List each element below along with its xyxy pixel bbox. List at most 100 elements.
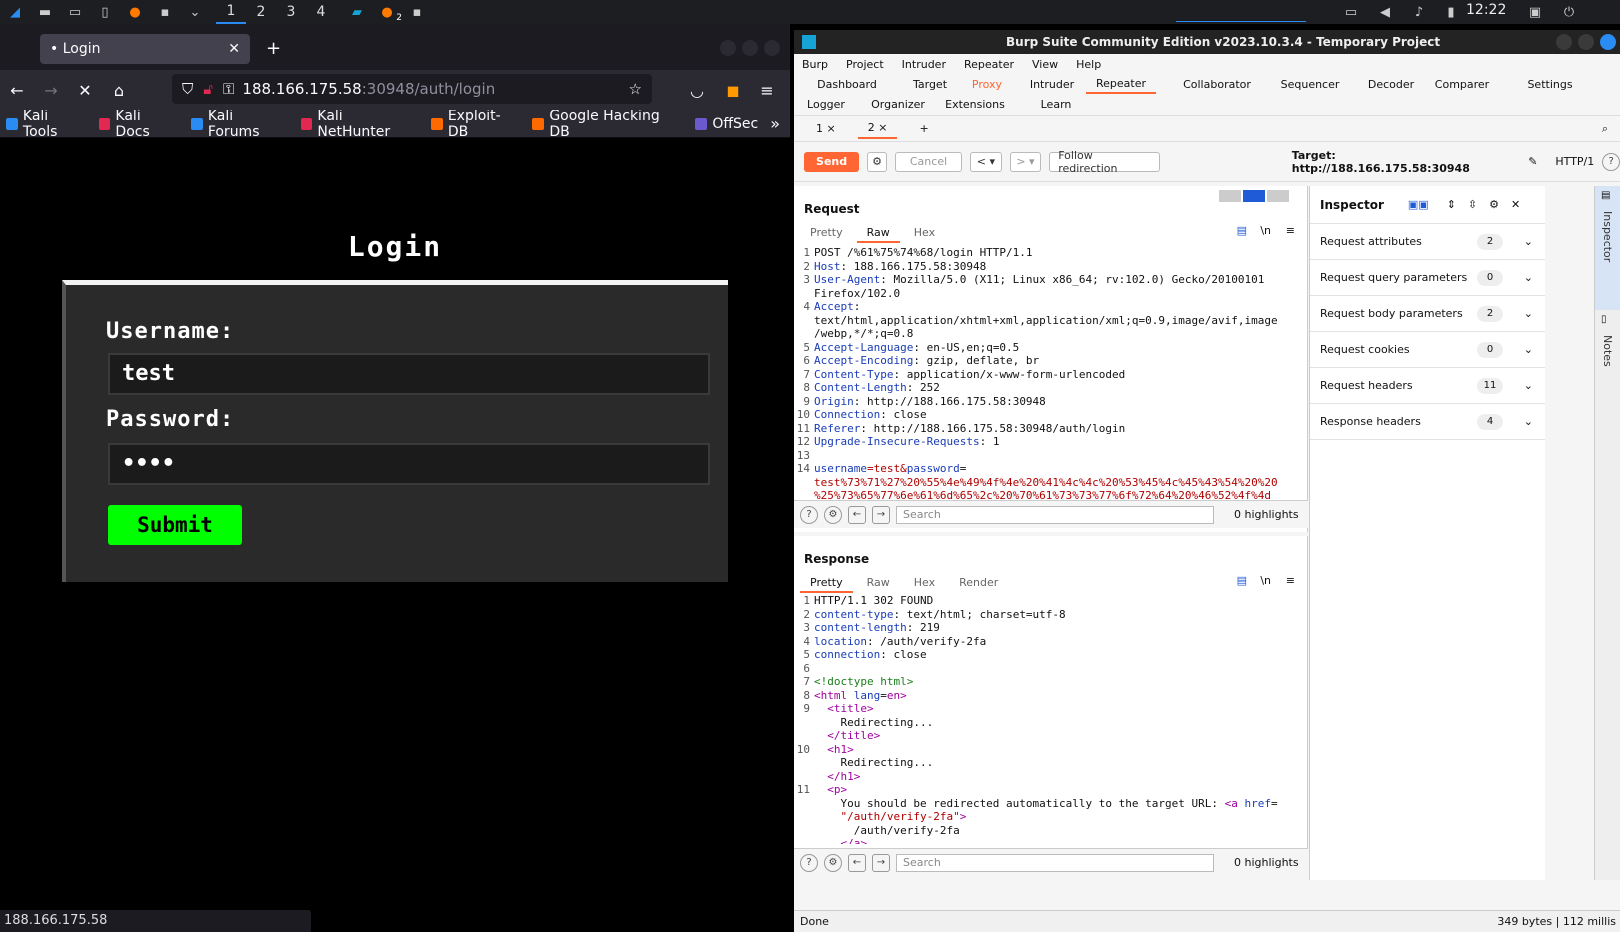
menu-project[interactable]: Project: [846, 58, 884, 71]
close-window-icon[interactable]: [764, 40, 780, 56]
kali-menu-icon[interactable]: ◢: [4, 3, 26, 21]
history-back-icon[interactable]: < ▾: [970, 151, 1002, 172]
close-tab-icon[interactable]: ✕: [228, 41, 240, 57]
chevron-down-icon[interactable]: ⌄: [1524, 343, 1533, 356]
tab-target[interactable]: Target: [898, 74, 962, 94]
inspector-layout-icon[interactable]: ▣▣: [1408, 198, 1429, 211]
request-editor[interactable]: 1 POST /%61%75%74%68/login HTTP/1.1 2 Host:…: [794, 246, 1300, 502]
file-manager-icon[interactable]: ▭: [64, 3, 86, 21]
subtab-pretty[interactable]: Pretty: [800, 574, 853, 593]
inspector-side-tab[interactable]: ▤ Inspector: [1595, 186, 1620, 310]
tab-comparer[interactable]: Comparer: [1430, 74, 1494, 94]
maximize-icon[interactable]: [742, 40, 758, 56]
bookmark-5[interactable]: Google Hacking DB: [532, 108, 683, 140]
new-tab-icon[interactable]: +: [266, 38, 281, 59]
tab-login[interactable]: • Login ✕: [40, 34, 250, 64]
bookmark-0[interactable]: Kali Tools: [6, 108, 87, 140]
expand-all-icon[interactable]: ⇕: [1447, 198, 1456, 211]
subtab-pretty[interactable]: Pretty: [800, 224, 853, 243]
password-input[interactable]: ••••: [108, 443, 710, 485]
notes-side-tab[interactable]: ▯ Notes: [1595, 310, 1620, 371]
help-icon[interactable]: ?: [800, 505, 818, 524]
close-inspector-icon[interactable]: ✕: [1511, 198, 1520, 211]
terminal-icon[interactable]: ▪: [154, 3, 176, 21]
workspace-4[interactable]: 4: [306, 0, 336, 24]
cancel-button[interactable]: Cancel: [894, 151, 963, 172]
menu-burp[interactable]: Burp: [802, 58, 828, 71]
text-editor-icon[interactable]: ▯: [94, 3, 116, 21]
newline-toggle-icon[interactable]: \n: [1260, 224, 1271, 237]
new-repeater-tab-icon[interactable]: +: [909, 119, 938, 138]
request-search-input[interactable]: Search: [896, 505, 1214, 524]
url-bar[interactable]: ⛉ 🔓︎ ⚿ 188.166.175.58:30948/auth/login ☆: [172, 74, 652, 104]
pretty-toggle-icon[interactable]: ▤: [1237, 574, 1247, 587]
inspector-row[interactable]: Request query parameters 0 ⌄: [1310, 260, 1545, 296]
tab-decoder[interactable]: Decoder: [1356, 74, 1426, 94]
inspector-row[interactable]: Request body parameters 2 ⌄: [1310, 296, 1545, 332]
search-settings-icon[interactable]: ⚙: [824, 505, 842, 524]
firefox-task-icon[interactable]: ● 2: [376, 3, 402, 24]
chevron-down-icon[interactable]: ⌄: [1524, 235, 1533, 248]
bookmarks-overflow-icon[interactable]: »: [770, 114, 780, 133]
tab-sequencer[interactable]: Sequencer: [1270, 74, 1350, 94]
prev-match-icon[interactable]: ←: [848, 505, 866, 524]
lock-broken-icon[interactable]: 🔓︎: [203, 80, 213, 98]
subtab-render[interactable]: Render: [949, 574, 1008, 593]
prev-match-icon[interactable]: ←: [848, 853, 866, 872]
bookmark-1[interactable]: Kali Docs: [98, 108, 179, 140]
close-window-icon[interactable]: [1600, 34, 1616, 50]
subtab-raw[interactable]: Raw: [856, 224, 900, 243]
help-icon[interactable]: ?: [800, 853, 818, 872]
star-icon[interactable]: ☆: [629, 80, 642, 98]
chevron-down-icon[interactable]: ⌄: [1524, 415, 1533, 428]
layout-toggle[interactable]: [1219, 190, 1289, 202]
search-icon[interactable]: ⌕: [1602, 122, 1608, 136]
menu-view[interactable]: View: [1032, 58, 1058, 71]
menu-icon[interactable]: ≡: [750, 81, 784, 100]
settings-gear-icon[interactable]: ⚙: [867, 151, 887, 172]
submit-button[interactable]: Submit: [108, 505, 242, 545]
stop-icon[interactable]: ✕: [68, 81, 102, 100]
tab-repeater[interactable]: Repeater: [1086, 74, 1156, 94]
shield-icon[interactable]: ⛉: [182, 80, 193, 98]
menu-repeater[interactable]: Repeater: [964, 58, 1014, 71]
follow-redirection-button[interactable]: Follow redirection: [1049, 149, 1160, 175]
subtab-hex[interactable]: Hex: [904, 224, 945, 243]
workspace-1[interactable]: 1: [216, 0, 246, 24]
chevron-down-icon[interactable]: ⌄: [184, 3, 206, 21]
inspector-row[interactable]: Request attributes 2 ⌄: [1310, 224, 1545, 260]
terminal-task-icon[interactable]: ▪: [406, 3, 428, 21]
inspector-settings-icon[interactable]: ⚙: [1489, 198, 1499, 211]
options-menu-icon[interactable]: ≡: [1286, 574, 1295, 587]
tab-learn[interactable]: Learn: [1036, 94, 1076, 114]
subtab-hex[interactable]: Hex: [904, 574, 945, 593]
workspace-2[interactable]: 2: [246, 0, 276, 24]
help-icon[interactable]: ?: [1602, 152, 1620, 171]
home-icon[interactable]: ⌂: [102, 81, 136, 100]
subtab-raw[interactable]: Raw: [857, 574, 900, 593]
screen-icon[interactable]: ▭: [1340, 3, 1362, 21]
volume-icon[interactable]: ◀: [1374, 3, 1396, 21]
tab-collaborator[interactable]: Collaborator: [1174, 74, 1260, 94]
workspace-3[interactable]: 3: [276, 0, 306, 24]
chevron-down-icon[interactable]: ⌄: [1524, 379, 1533, 392]
response-search-input[interactable]: Search: [896, 853, 1214, 872]
minimize-icon[interactable]: [720, 40, 736, 56]
bookmark-3[interactable]: Kali NetHunter: [300, 108, 419, 140]
tab-dashboard[interactable]: Dashboard: [808, 74, 886, 94]
bookmark-6[interactable]: OffSec: [695, 116, 758, 132]
bookmark-4[interactable]: Exploit-DB: [430, 108, 521, 140]
inspector-row[interactable]: Request headers 11 ⌄: [1310, 368, 1545, 404]
battery-icon[interactable]: ▮: [1440, 3, 1462, 21]
target-label[interactable]: Target: http://188.166.175.58:30948: [1292, 149, 1514, 175]
menu-help[interactable]: Help: [1076, 58, 1101, 71]
tab-settings[interactable]: Settings: [1508, 74, 1592, 94]
tab-intruder[interactable]: Intruder: [1022, 74, 1082, 94]
options-menu-icon[interactable]: ≡: [1286, 224, 1295, 237]
edit-target-icon[interactable]: ✎: [1528, 155, 1537, 168]
tab-organizer[interactable]: Organizer: [868, 94, 928, 114]
chevron-down-icon[interactable]: ⌄: [1524, 271, 1533, 284]
key-icon[interactable]: ⚿: [223, 80, 234, 98]
username-input[interactable]: test: [108, 353, 710, 395]
forward-icon[interactable]: →: [34, 81, 68, 100]
